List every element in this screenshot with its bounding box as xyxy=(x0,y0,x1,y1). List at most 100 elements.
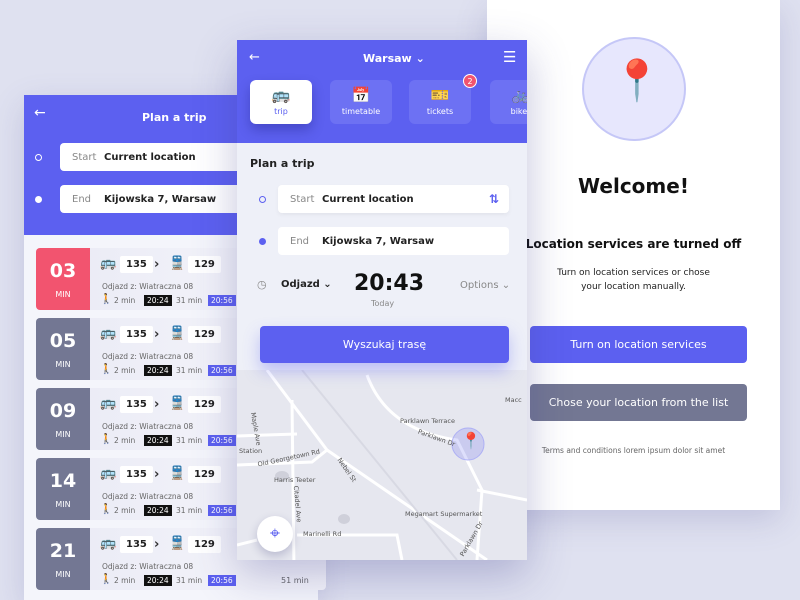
start-dot xyxy=(35,154,42,161)
end-label: End xyxy=(290,235,310,247)
screen-title: Plan a trip xyxy=(142,111,207,124)
end-dot xyxy=(259,238,266,245)
section-title: Plan a trip xyxy=(250,157,315,170)
start-dot xyxy=(259,196,266,203)
end-label: End xyxy=(72,193,92,205)
search-route-button[interactable]: Wyszukaj trasę xyxy=(260,326,509,363)
train-icon: 🚆 xyxy=(169,466,186,481)
departure-stop: Odjazd z: Wiatraczna 08 xyxy=(102,492,194,501)
map-label: Macc xyxy=(505,396,522,404)
departure-stop: Odjazd z: Wiatraczna 08 xyxy=(102,352,194,361)
chevron-right-icon: › xyxy=(154,467,160,482)
train-line: 129 xyxy=(188,326,221,343)
tab-label: bikes xyxy=(510,107,527,116)
walk-time: 2 min xyxy=(114,506,136,515)
chevron-right-icon: › xyxy=(154,257,160,272)
arrival-time: 20:56 xyxy=(208,295,236,306)
start-label: Start xyxy=(72,151,97,163)
end-value: Kijowska 7, Warsaw xyxy=(104,193,217,205)
ride-time: 31 min xyxy=(176,296,203,305)
map-label: Station xyxy=(239,447,263,455)
train-icon: 🚆 xyxy=(169,326,186,341)
back-arrow-icon[interactable]: ← xyxy=(249,50,260,65)
minutes-unit: MIN xyxy=(55,570,71,579)
minutes-unit: MIN xyxy=(55,290,71,299)
end-dot xyxy=(35,196,42,203)
train-line: 129 xyxy=(188,396,221,413)
departure-time: 20:24 xyxy=(144,435,172,446)
bus-icon: 🚌 xyxy=(100,396,117,411)
header: ← Warsaw ⌄ ☰ 🚌 trip 📅 timetable 🎫 tickets 2… xyxy=(237,40,527,143)
bus-line: 135 xyxy=(120,396,153,413)
train-icon: 🚆 xyxy=(169,536,186,551)
departure-time: 20:24 xyxy=(144,295,172,306)
departure-day: Today xyxy=(371,299,395,308)
tab-trip[interactable]: 🚌 trip xyxy=(250,80,312,124)
arrival-time: 20:56 xyxy=(208,505,236,516)
departure-stop: Odjazd z: Wiatraczna 08 xyxy=(102,282,194,291)
city-selector[interactable]: Warsaw ⌄ xyxy=(363,52,425,65)
ride-time: 31 min xyxy=(176,506,203,515)
end-value: Kijowska 7, Warsaw xyxy=(322,235,435,247)
train-line: 129 xyxy=(188,256,221,273)
minutes-badge: 14 MIN xyxy=(36,458,90,520)
bus-line: 135 xyxy=(120,256,153,273)
total-time: 51 min xyxy=(281,576,309,585)
train-icon: 🚆 xyxy=(169,256,186,271)
bike-icon: 🚲 xyxy=(511,86,527,104)
clock-icon: ◷ xyxy=(257,278,267,291)
map-label: Megamart Supermarket xyxy=(405,510,483,518)
walk-icon: 🚶 xyxy=(100,574,113,585)
minutes-badge: 05 MIN xyxy=(36,318,90,380)
train-line: 129 xyxy=(188,536,221,553)
ride-time: 31 min xyxy=(176,366,203,375)
locate-me-button[interactable]: ⌖ xyxy=(257,516,293,552)
crosshair-icon: ⌖ xyxy=(269,523,281,544)
map[interactable]: 📍 Parklawn Terrace Parklawn Dr Maple Ave… xyxy=(237,370,527,560)
minutes-value: 21 xyxy=(49,540,77,562)
tab-tickets[interactable]: 🎫 tickets 2 xyxy=(409,74,477,124)
tickets-badge: 2 xyxy=(463,74,477,88)
bus-icon: 🚌 xyxy=(100,326,117,341)
turn-on-location-button[interactable]: Turn on location services xyxy=(530,326,747,363)
chevron-right-icon: › xyxy=(154,537,160,552)
plan-trip-screen: ← Warsaw ⌄ ☰ 🚌 trip 📅 timetable 🎫 tickets 2… xyxy=(237,40,527,560)
departure-time[interactable]: 20:43 xyxy=(354,271,424,296)
menu-icon[interactable]: ☰ xyxy=(503,48,516,66)
arrival-time: 20:56 xyxy=(208,435,236,446)
walk-time: 2 min xyxy=(114,366,136,375)
minutes-unit: MIN xyxy=(55,430,71,439)
minutes-badge: 03 MIN xyxy=(36,248,90,310)
walk-icon: 🚶 xyxy=(100,434,113,445)
terms-link[interactable]: Terms and conditions lorem ipsum dolor s… xyxy=(487,446,780,455)
tab-label: timetable xyxy=(341,107,381,116)
back-arrow-icon[interactable]: ← xyxy=(34,105,46,121)
walk-icon: 🚶 xyxy=(100,504,113,515)
city-name: Warsaw xyxy=(363,52,412,65)
calendar-icon: 📅 xyxy=(351,86,371,104)
button-label: Chose your location from the list xyxy=(548,396,729,409)
welcome-screen: 📍 Welcome! Location services are turned … xyxy=(487,0,780,510)
mode-selector[interactable]: Odjazd ⌄ xyxy=(281,279,332,290)
ticket-icon: 🎫 xyxy=(430,86,450,104)
walk-time: 2 min xyxy=(114,436,136,445)
minutes-unit: MIN xyxy=(55,360,71,369)
search-label: Wyszukaj trasę xyxy=(342,338,427,351)
train-icon: 🚆 xyxy=(169,396,186,411)
ride-time: 31 min xyxy=(176,436,203,445)
tab-timetable[interactable]: 📅 timetable xyxy=(330,80,392,124)
tab-label: tickets xyxy=(426,107,454,116)
swap-icon[interactable]: ⇅ xyxy=(489,192,499,206)
end-field[interactable]: End Kijowska 7, Warsaw xyxy=(278,227,509,255)
options-button[interactable]: Options ⌄ xyxy=(460,280,510,291)
walk-time: 2 min xyxy=(114,296,136,305)
start-field[interactable]: Start Current location ⇅ xyxy=(278,185,509,213)
location-pin-icon[interactable]: 📍 xyxy=(461,431,481,450)
bus-line: 135 xyxy=(120,466,153,483)
map-label: Parklawn Terrace xyxy=(400,417,455,425)
choose-location-button[interactable]: Chose your location from the list xyxy=(530,384,747,421)
departure-time: 20:24 xyxy=(144,505,172,516)
minutes-badge: 21 MIN xyxy=(36,528,90,590)
tab-bikes[interactable]: 🚲 bikes xyxy=(490,80,527,124)
options-label: Options xyxy=(460,280,499,291)
